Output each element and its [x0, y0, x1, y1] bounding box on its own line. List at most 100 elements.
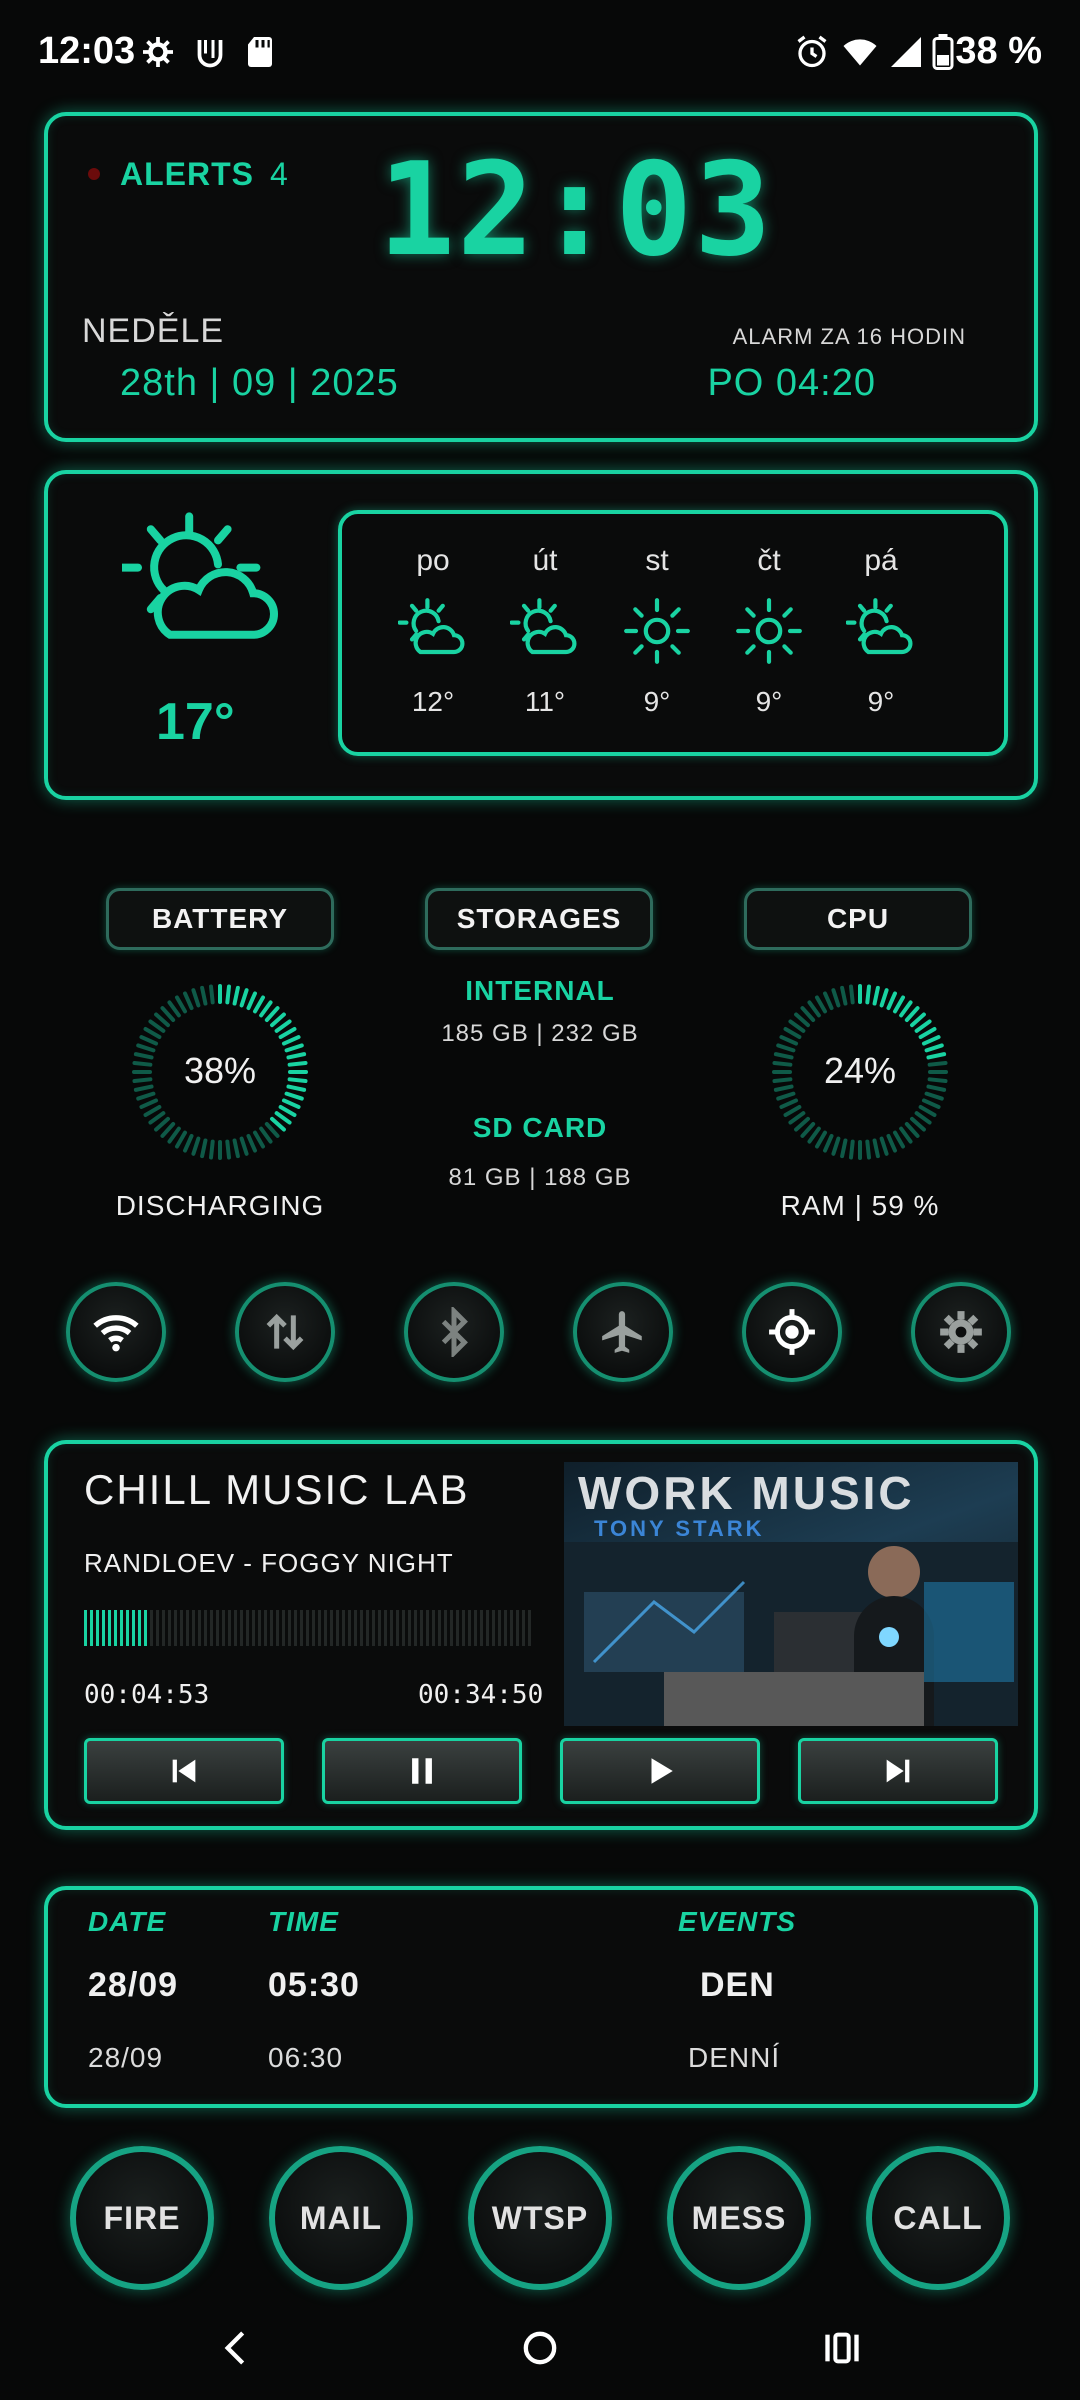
cpu-gauge-tick	[899, 1126, 913, 1144]
progress-track[interactable]	[84, 1610, 534, 1646]
cpu-gauge-tick	[807, 1000, 821, 1018]
alerts-count[interactable]: 4	[270, 156, 288, 193]
cpu-gauge-tick	[910, 1116, 926, 1132]
cpu-gauge-tick	[886, 991, 897, 1011]
nav-home-button[interactable]	[510, 2318, 570, 2378]
album-art[interactable]: WORK MUSIC TONY STARK	[564, 1462, 1018, 1726]
location-toggle[interactable]	[742, 1282, 842, 1382]
track-name: RANDLOEV - FOGGY NIGHT	[84, 1548, 454, 1578]
forecast-day: pá 9°	[826, 514, 936, 754]
cpu-gauge-tick	[872, 1138, 880, 1159]
alarm-time[interactable]: PO 04:20	[707, 362, 876, 405]
cpu-gauge-tick	[872, 985, 880, 1006]
sun-cloud-icon	[510, 598, 577, 655]
forecast-day-name: po	[416, 544, 450, 577]
battery-gauge-tick	[270, 1012, 286, 1028]
wifi-toggle[interactable]	[66, 1282, 166, 1382]
events-header-time: TIME	[268, 1906, 339, 1937]
date-line[interactable]: 28th | 09 | 2025	[120, 362, 399, 405]
battery-gauge-tick	[160, 1006, 176, 1022]
cpu-gauge-tick	[840, 1138, 848, 1159]
event-title[interactable]: DEN	[700, 1966, 775, 2005]
battery-gauge-tick	[200, 985, 208, 1006]
status-time: 12:03	[38, 30, 136, 72]
nav-recents-button[interactable]	[812, 2318, 872, 2378]
cpu-gauge-tick	[776, 1091, 796, 1101]
alarm-icon	[797, 35, 827, 68]
bluetooth-toggle[interactable]	[404, 1282, 504, 1382]
pause-button[interactable]	[322, 1738, 522, 1804]
big-clock-time[interactable]: 12:03	[378, 136, 773, 285]
battery-gauge-tick	[274, 1111, 292, 1125]
cpu-gauge-tick	[879, 988, 889, 1008]
music-app-title: CHILL MUSIC LAB	[84, 1466, 470, 1513]
whatsapp-shortcut-button[interactable]: WTSP	[468, 2146, 612, 2290]
event-time[interactable]: 05:30	[268, 1966, 360, 2005]
event-time[interactable]: 06:30	[268, 2042, 343, 2074]
messages-shortcut-button[interactable]: MESS	[667, 2146, 811, 2290]
forecast-day-name: st	[645, 544, 669, 577]
album-subtitle: TONY STARK	[594, 1516, 765, 1541]
cpu-gauge-tick	[800, 1006, 816, 1022]
call-shortcut-button[interactable]: CALL	[866, 2146, 1010, 2290]
event-date[interactable]: 28/09	[88, 1966, 178, 2005]
sun-cloud-icon	[846, 598, 913, 655]
battery-gauge-tick	[160, 1122, 176, 1138]
sd-card-label: SD CARD	[472, 1112, 608, 1143]
wifi-icon	[843, 39, 877, 66]
cpu-gauge-tick	[893, 995, 905, 1014]
sd-card-value: 81 GB | 188 GB	[448, 1164, 632, 1191]
status-bar: 12:03 38 %	[0, 0, 1080, 110]
sun-cloud-icon	[398, 598, 465, 655]
internal-storage-label: INTERNAL	[465, 975, 615, 1006]
cpu-gauge-tick	[865, 984, 871, 1005]
home-circle-icon	[523, 2331, 557, 2365]
mobile-data-toggle[interactable]	[235, 1282, 335, 1382]
fire-shortcut-button[interactable]: FIRE	[70, 2146, 214, 2290]
airplane-mode-toggle[interactable]	[573, 1282, 673, 1382]
alerts-label[interactable]: ALERTS	[120, 156, 254, 193]
events-widget[interactable]: DATE TIME EVENTS 28/09 05:30 DEN 28/09 0…	[44, 1886, 1038, 2108]
cpu-gauge-tick	[849, 984, 855, 1005]
battery-gauge-tick	[278, 1027, 297, 1039]
cpu-gauge-tick	[823, 1133, 834, 1153]
nav-back-button[interactable]	[206, 2318, 266, 2378]
event-date[interactable]: 28/09	[88, 2042, 163, 2074]
forecast-day: po 12°	[378, 514, 488, 754]
previous-button[interactable]	[84, 1738, 284, 1804]
weather-widget[interactable]: 17° po 12° út 11° st 9° čt 9° pá 9°	[44, 470, 1038, 800]
storages-label[interactable]: STORAGES	[425, 888, 653, 950]
forecast-box: po 12° út 11° st 9° čt 9° pá 9°	[338, 510, 1008, 756]
forecast-day-name: čt	[757, 544, 781, 577]
battery-gauge-tick	[191, 1136, 201, 1156]
cpu-gauge-tick	[831, 1136, 841, 1156]
alarm-label: ALARM ZA 16 HODIN	[732, 324, 966, 349]
cpu-gauge-tick	[914, 1019, 932, 1033]
battery-gauge-tick	[259, 1000, 273, 1018]
cpu-gauge-tick	[815, 1130, 827, 1149]
battery-icon	[932, 34, 954, 70]
battery-label[interactable]: BATTERY	[106, 888, 334, 950]
next-button[interactable]	[798, 1738, 998, 1804]
play-button[interactable]	[560, 1738, 760, 1804]
forecast-temp: 12°	[411, 686, 455, 717]
mail-shortcut-button[interactable]: MAIL	[269, 2146, 413, 2290]
cpu-label[interactable]: CPU	[744, 888, 972, 950]
internal-storage-value: 185 GB | 232 GB	[441, 1020, 639, 1047]
music-player-widget[interactable]: CHILL MUSIC LAB RANDLOEV - FOGGY NIGHT 0…	[44, 1440, 1038, 1830]
event-title[interactable]: DENNÍ	[688, 2042, 780, 2074]
cpu-gauge-tick	[921, 1098, 941, 1109]
forecast-day-name: út	[532, 544, 558, 577]
battery-gauge-tick	[154, 1116, 170, 1132]
battery-gauge-tick	[139, 1098, 159, 1109]
ram-usage: RAM | 59 %	[780, 1190, 940, 1221]
cpu-gauge-tick	[910, 1012, 926, 1028]
clock-widget[interactable]: ALERTS 4 12:03 NEDĚLE 28th | 09 | 2025 A…	[44, 112, 1038, 442]
battery-gauge-tick	[175, 1130, 187, 1149]
battery-gauge-tick	[209, 984, 215, 1005]
cpu-percent: 24%	[823, 1050, 897, 1091]
battery-gauge-tick	[143, 1105, 162, 1117]
settings-toggle[interactable]	[911, 1282, 1011, 1382]
cpu-gauge-tick	[918, 1027, 937, 1039]
battery-gauge-tick	[253, 995, 265, 1014]
